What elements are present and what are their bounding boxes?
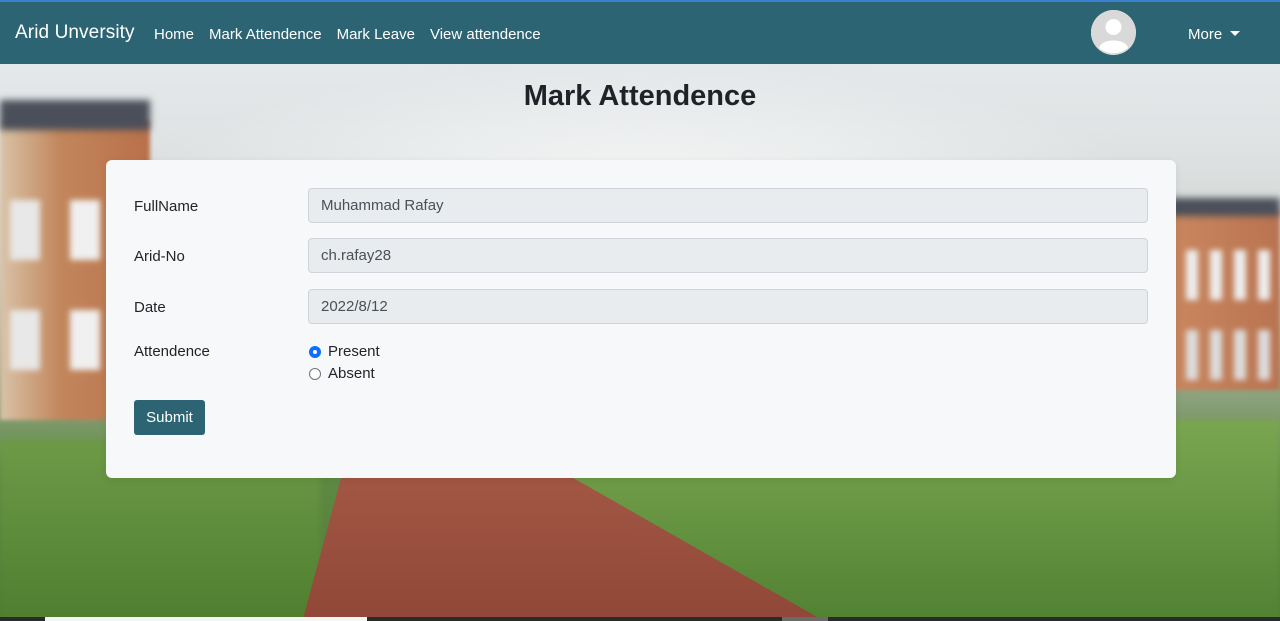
caret-down-icon [1230,31,1241,36]
brand-link[interactable]: Arid Unversity [15,22,135,44]
attendence-label: Attendence [134,343,210,360]
more-dropdown[interactable]: More [1188,26,1241,43]
nav-link-mark-attendence[interactable]: Mark Attendence [209,26,322,43]
user-avatar-icon[interactable] [1091,10,1136,55]
bottom-scrollbar [0,617,1280,621]
radio-present-input[interactable] [309,345,321,358]
aridno-label: Arid-No [134,248,185,265]
nav-link-home[interactable]: Home [154,26,194,43]
nav-link-mark-leave[interactable]: Mark Leave [337,26,415,43]
radio-absent-option[interactable]: Absent [308,365,375,382]
page-title: Mark Attendence [523,80,757,112]
radio-absent-input[interactable] [309,367,321,380]
aridno-field[interactable]: ch.rafay28 [308,238,1148,273]
more-label: More [1188,26,1223,43]
date-label: Date [134,299,166,316]
date-field[interactable]: 2022/8/12 [308,289,1148,324]
bottom-strip-segment [782,617,828,621]
bottom-strip-segment [45,617,367,621]
radio-present-option[interactable]: Present [308,343,380,360]
fullname-field[interactable]: Muhammad Rafay [308,188,1148,223]
attendence-form-card: FullName Muhammad Rafay Arid-No ch.rafay… [106,160,1176,478]
submit-button[interactable]: Submit [134,400,205,435]
fullname-label: FullName [134,198,199,215]
bg-building-right [1170,210,1280,390]
nav-link-view-attendence[interactable]: View attendence [430,26,541,43]
nav-links: Home Mark Attendence Mark Leave View att… [154,26,541,43]
radio-absent-label: Absent [328,365,375,382]
radio-present-label: Present [328,343,380,360]
top-navbar: Arid Unversity Home Mark Attendence Mark… [0,0,1280,64]
